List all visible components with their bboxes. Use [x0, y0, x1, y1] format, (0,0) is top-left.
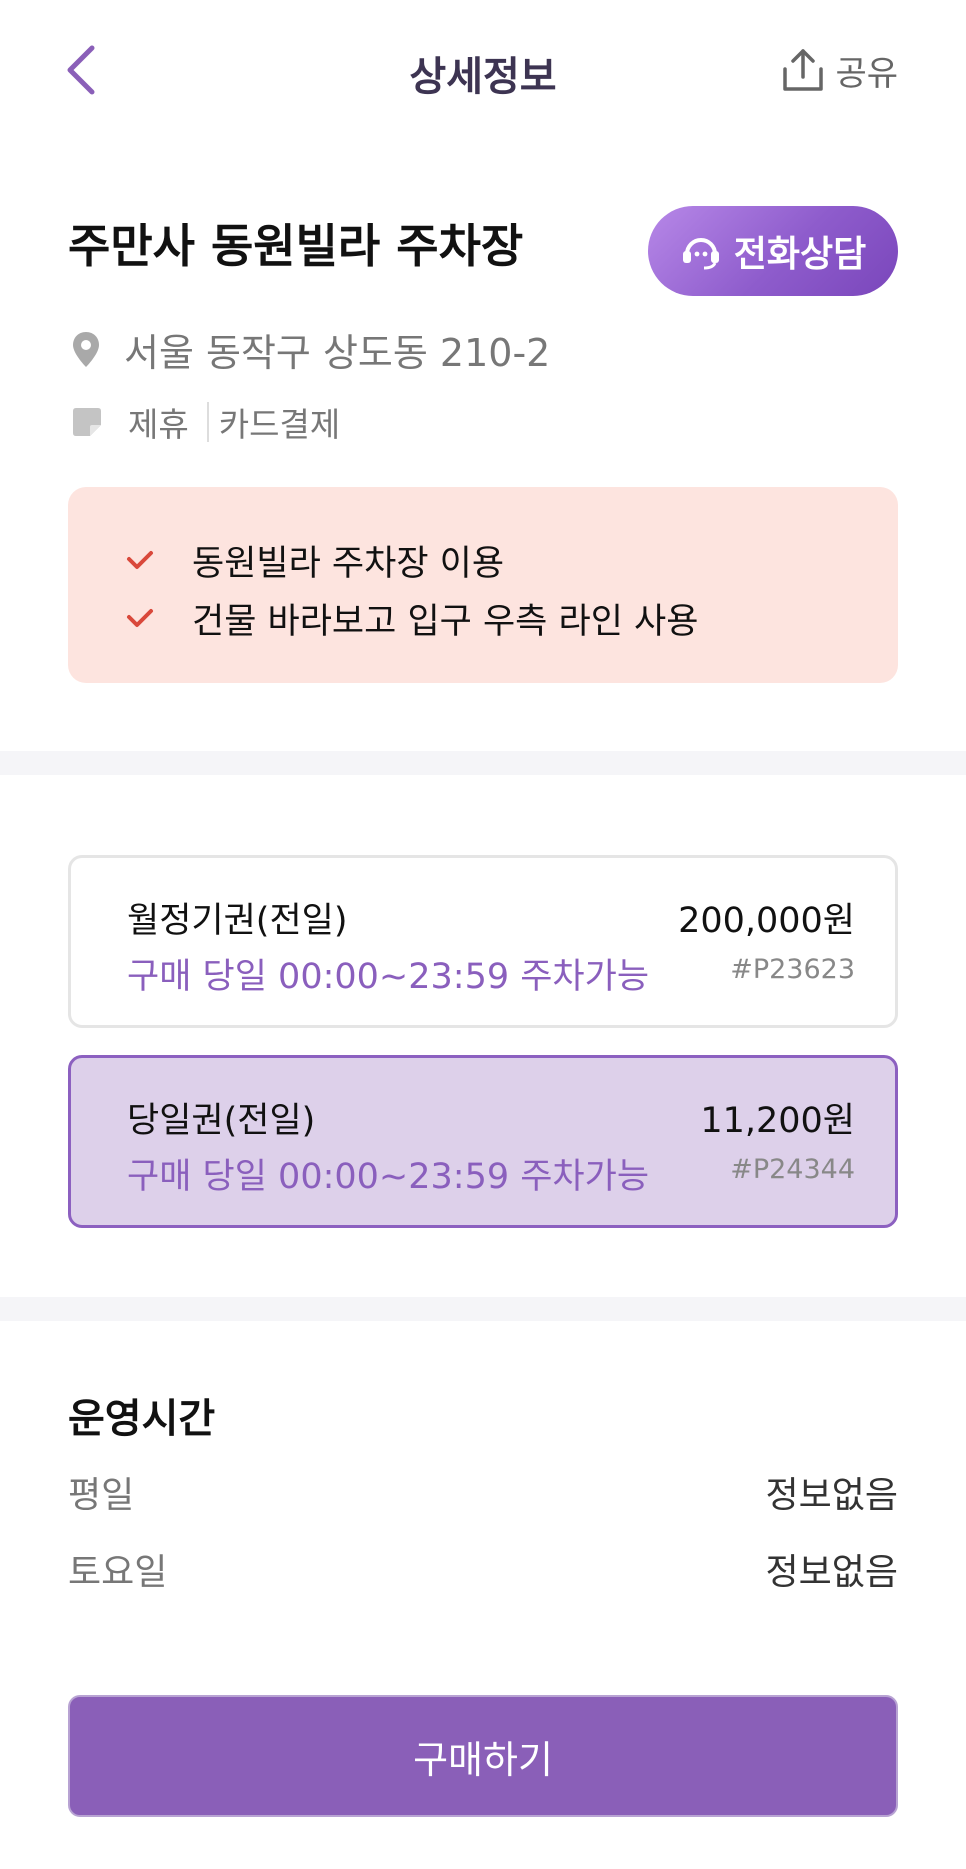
share-icon	[783, 49, 824, 91]
address-row: 서울 동작구 상도동 210-2	[68, 322, 550, 377]
ticket-code: #P23623	[730, 954, 855, 985]
hours-value: 정보없음	[765, 1475, 898, 1516]
notice-item: 건물 바라보고 입구 우측 라인 사용	[126, 589, 898, 647]
notice-text: 건물 바라보고 입구 우측 라인 사용	[192, 601, 699, 642]
feature-tags: 제휴 카드결제	[70, 398, 340, 446]
hours-row-saturday: 토요일 정보없음	[68, 1543, 898, 1593]
ticket-option-daily[interactable]: 당일권(전일) 11,200원 구매 당일 00:00~23:59 주차가능 #…	[68, 1055, 898, 1228]
purchase-button[interactable]: 구매하기	[68, 1695, 898, 1817]
notice-text: 동원빌라 주차장 이용	[192, 543, 505, 584]
share-button[interactable]: 공유	[781, 46, 898, 94]
headset-icon	[682, 238, 719, 270]
ticket-name: 당일권(전일)	[127, 1101, 316, 1141]
check-icon	[126, 549, 166, 571]
tag-divider	[206, 402, 209, 442]
hours-row-weekday: 평일 정보없음	[68, 1466, 898, 1516]
ticket-time: 구매 당일 00:00~23:59 주차가능	[127, 957, 650, 997]
purchase-label: 구매하기	[413, 1737, 553, 1782]
top-bar: 상세정보 공유	[0, 0, 966, 140]
section-divider	[0, 1297, 966, 1321]
notice-item: 동원빌라 주차장 이용	[126, 531, 898, 589]
address-text: 서울 동작구 상도동 210-2	[124, 331, 551, 375]
ticket-option-monthly[interactable]: 월정기권(전일) 200,000원 구매 당일 00:00~23:59 주차가능…	[68, 855, 898, 1028]
ticket-price: 200,000원	[678, 901, 855, 941]
hours-value: 정보없음	[765, 1552, 898, 1593]
section-divider	[0, 751, 966, 775]
location-pin-icon	[73, 331, 99, 367]
ticket-name: 월정기권(전일)	[127, 901, 348, 941]
check-icon	[126, 607, 166, 629]
ticket-price: 11,200원	[700, 1101, 855, 1141]
tag-partner: 제휴	[128, 405, 189, 444]
hours-label: 토요일	[68, 1552, 168, 1593]
operating-hours-title: 운영시간	[68, 1396, 216, 1442]
note-icon	[73, 408, 101, 436]
parking-detail-page: 상세정보 공유 주만사 동원빌라 주차장 전화상담 서울 동작구 상도동 210	[0, 0, 966, 1869]
notice-box: 동원빌라 주차장 이용 건물 바라보고 입구 우측 라인 사용	[68, 487, 898, 683]
call-consult-label: 전화상담	[733, 234, 867, 275]
call-consult-button[interactable]: 전화상담	[648, 206, 898, 296]
tag-card-payment: 카드결제	[218, 405, 341, 444]
ticket-time: 구매 당일 00:00~23:59 주차가능	[127, 1157, 650, 1197]
ticket-code: #P24344	[730, 1154, 855, 1185]
parking-lot-name: 주만사 동원빌라 주차장	[68, 219, 524, 273]
share-label: 공유	[835, 53, 898, 94]
hours-label: 평일	[68, 1475, 135, 1516]
